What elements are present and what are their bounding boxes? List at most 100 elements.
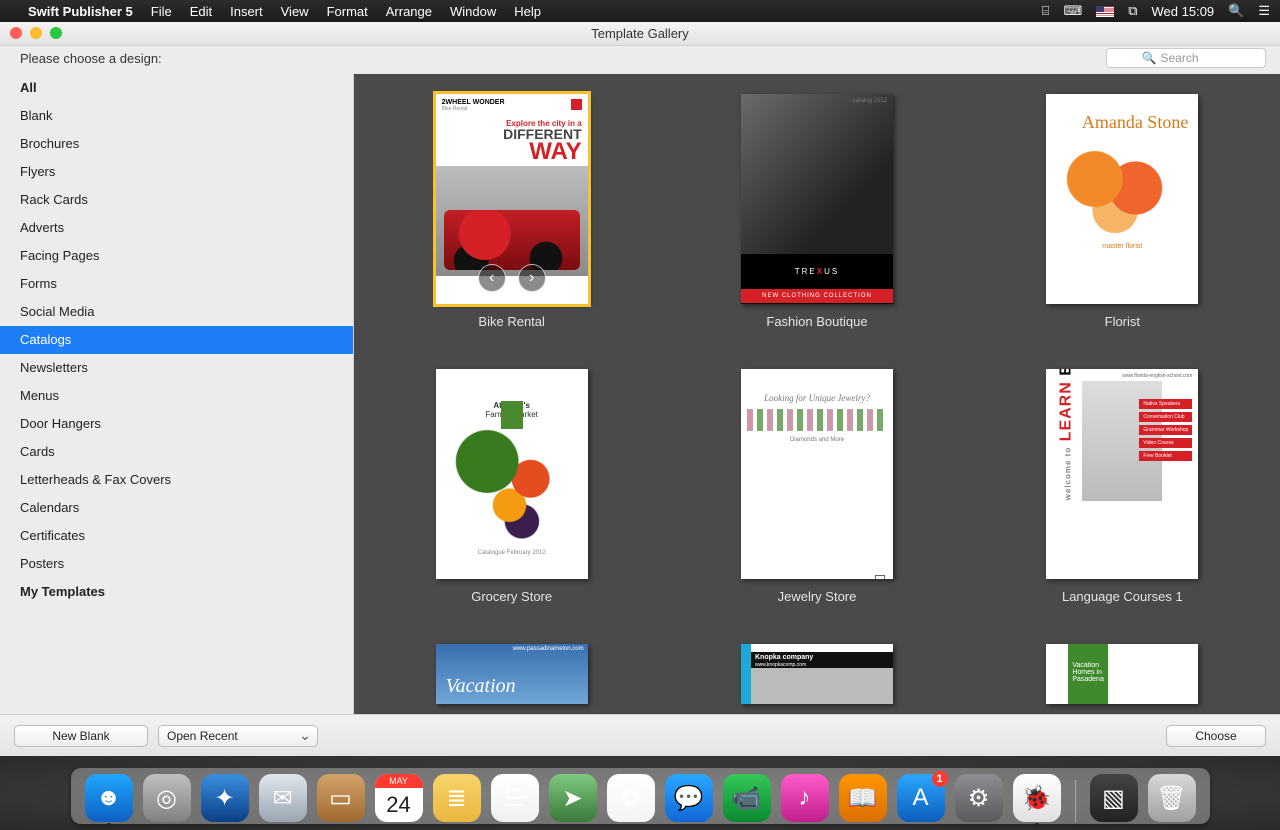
search-field[interactable]: 🔍 [1106, 48, 1266, 68]
notification-center-icon[interactable]: ☰ [1258, 3, 1270, 19]
sidebar-item-menus[interactable]: Menus [0, 382, 353, 410]
sidebar-item-rack-cards[interactable]: Rack Cards [0, 186, 353, 214]
sidebar-item-posters[interactable]: Posters [0, 550, 353, 578]
sidebar-item-certificates[interactable]: Certificates [0, 522, 353, 550]
dock-app-facetime[interactable]: 📹 [723, 774, 771, 822]
dock-app-settings[interactable]: ⚙ [955, 774, 1003, 822]
window-minimize-button[interactable] [30, 27, 42, 39]
menu-format[interactable]: Format [327, 4, 368, 19]
category-sidebar: AllBlankBrochuresFlyersRack CardsAdverts… [0, 74, 354, 714]
window-close-button[interactable] [10, 27, 22, 39]
choose-button[interactable]: Choose [1166, 725, 1266, 747]
template-fashion-boutique[interactable]: catalog 2012 TREXUS NEW CLOTHING COLLECT… [699, 94, 934, 329]
dock-app-launchpad[interactable]: ◎ [143, 774, 191, 822]
menu-arrange[interactable]: Arrange [386, 4, 432, 19]
template-thumb[interactable]: www.passadinamelon.comVacation [436, 644, 588, 704]
template-thumb[interactable]: Knopka companywww.knopkacomp.com [741, 644, 893, 704]
macos-dock-area: ☻◎✦✉▭MAY24≣☰➤✿💬📹♪📖A1⚙🐞 ▧🗑 [0, 756, 1280, 830]
template-vhomes[interactable]: Vacation Homes in Pasadena [1005, 644, 1240, 704]
dock-app-finder[interactable]: ☻ [85, 774, 133, 822]
dock-app-doc[interactable]: ▧ [1090, 774, 1138, 822]
window-titlebar: Template Gallery [0, 22, 1280, 46]
status-keyboard-icon[interactable]: ⌨ [1063, 3, 1082, 19]
menu-edit[interactable]: Edit [190, 4, 212, 19]
macos-dock: ☻◎✦✉▭MAY24≣☰➤✿💬📹♪📖A1⚙🐞 ▧🗑 [71, 768, 1210, 824]
macos-menubar: Swift Publisher 5 File Edit Insert View … [0, 0, 1280, 22]
open-recent-dropdown[interactable]: Open Recent [158, 725, 318, 747]
menu-insert[interactable]: Insert [230, 4, 263, 19]
sidebar-item-letterheads-fax-covers[interactable]: Letterheads & Fax Covers [0, 466, 353, 494]
template-florist[interactable]: Amanda Stone master florist Florist [1005, 94, 1240, 329]
dock-app-photos[interactable]: ✿ [607, 774, 655, 822]
sidebar-item-blank[interactable]: Blank [0, 102, 353, 130]
spotlight-icon[interactable]: 🔍 [1228, 3, 1244, 19]
template-language-courses-1[interactable]: www.florida-english-school.com Native Sp… [1005, 369, 1240, 604]
template-label: Bike Rental [478, 314, 544, 329]
dock-badge: 1 [932, 771, 948, 787]
dock-app-ibooks[interactable]: 📖 [839, 774, 887, 822]
sidebar-item-calendars[interactable]: Calendars [0, 494, 353, 522]
next-page-button[interactable]: › [518, 264, 546, 292]
sidebar-item-newsletters[interactable]: Newsletters [0, 354, 353, 382]
template-thumb[interactable]: www.florida-english-school.com Native Sp… [1046, 369, 1198, 579]
template-gallery-window: Template Gallery Please choose a design:… [0, 22, 1280, 756]
prev-page-button[interactable]: ‹ [478, 264, 506, 292]
template-label: Florist [1105, 314, 1140, 329]
menu-view[interactable]: View [281, 4, 309, 19]
dock-app-appstore[interactable]: A1 [897, 774, 945, 822]
dock-app-itunes[interactable]: ♪ [781, 774, 829, 822]
sidebar-item-catalogs[interactable]: Catalogs [0, 326, 353, 354]
search-input[interactable] [1160, 51, 1230, 65]
sidebar-item-my-templates[interactable]: My Templates [0, 578, 353, 606]
dock-app-reminders[interactable]: ☰ [491, 774, 539, 822]
template-thumb[interactable]: At Buck'sFarmer Market Catalogue Februar… [436, 369, 588, 579]
dock-app-maps[interactable]: ➤ [549, 774, 597, 822]
template-thumb[interactable]: Looking for Unique Jewelry? Diamonds and… [741, 369, 893, 579]
template-thumb[interactable]: catalog 2012 TREXUS NEW CLOTHING COLLECT… [741, 94, 893, 304]
sidebar-item-forms[interactable]: Forms [0, 270, 353, 298]
sidebar-item-flyers[interactable]: Flyers [0, 158, 353, 186]
template-thumb[interactable]: Amanda Stone master florist [1046, 94, 1198, 304]
template-grocery-store[interactable]: At Buck'sFarmer Market Catalogue Februar… [394, 369, 629, 604]
template-knopka[interactable]: Knopka companywww.knopkacomp.com [699, 644, 934, 704]
dock-app-messages[interactable]: 💬 [665, 774, 713, 822]
template-label: Grocery Store [471, 589, 552, 604]
app-menu[interactable]: Swift Publisher 5 [28, 4, 133, 19]
window-title: Template Gallery [591, 26, 689, 41]
sidebar-item-adverts[interactable]: Adverts [0, 214, 353, 242]
dock-app-safari[interactable]: ✦ [201, 774, 249, 822]
dock-running-indicator-icon [1035, 823, 1039, 827]
template-label: Language Courses 1 [1062, 589, 1183, 604]
dock-app-contacts[interactable]: ▭ [317, 774, 365, 822]
status-airplay-icon[interactable]: ⌸ [1042, 3, 1050, 19]
sidebar-item-door-hangers[interactable]: Door Hangers [0, 410, 353, 438]
dock-app-swiftpublisher[interactable]: 🐞 [1013, 774, 1061, 822]
dock-app-notes[interactable]: ≣ [433, 774, 481, 822]
window-footer: New Blank Open Recent Choose [0, 714, 1280, 756]
menubar-clock[interactable]: Wed 15:09 [1152, 4, 1215, 19]
sidebar-item-social-media[interactable]: Social Media [0, 298, 353, 326]
dock-app-mail[interactable]: ✉ [259, 774, 307, 822]
window-zoom-button[interactable] [50, 27, 62, 39]
template-bike-rental[interactable]: 2WHEEL WONDERBike Rental Explore the cit… [394, 94, 629, 329]
sidebar-item-all[interactable]: All [0, 74, 353, 102]
dock-app-trash[interactable]: 🗑 [1148, 774, 1196, 822]
status-input-flag-icon[interactable] [1096, 6, 1114, 17]
sidebar-item-cards[interactable]: Cards [0, 438, 353, 466]
dock-running-indicator-icon [107, 823, 111, 827]
menu-help[interactable]: Help [514, 4, 541, 19]
new-blank-button[interactable]: New Blank [14, 725, 148, 747]
template-vacation[interactable]: www.passadinamelon.comVacation [394, 644, 629, 704]
sidebar-item-brochures[interactable]: Brochures [0, 130, 353, 158]
dock-app-calendar[interactable]: MAY24 [375, 774, 423, 822]
menu-window[interactable]: Window [450, 4, 496, 19]
template-label: Jewelry Store [778, 589, 857, 604]
sidebar-item-facing-pages[interactable]: Facing Pages [0, 242, 353, 270]
template-jewelry-store[interactable]: Looking for Unique Jewelry? Diamonds and… [699, 369, 934, 604]
template-label: Fashion Boutique [766, 314, 867, 329]
template-thumb[interactable]: Vacation Homes in Pasadena [1046, 644, 1198, 704]
menu-file[interactable]: File [151, 4, 172, 19]
status-display-icon[interactable]: ⧉ [1128, 3, 1137, 19]
template-grid: 2WHEEL WONDERBike Rental Explore the cit… [354, 74, 1280, 714]
search-icon: 🔍 [1142, 51, 1157, 65]
